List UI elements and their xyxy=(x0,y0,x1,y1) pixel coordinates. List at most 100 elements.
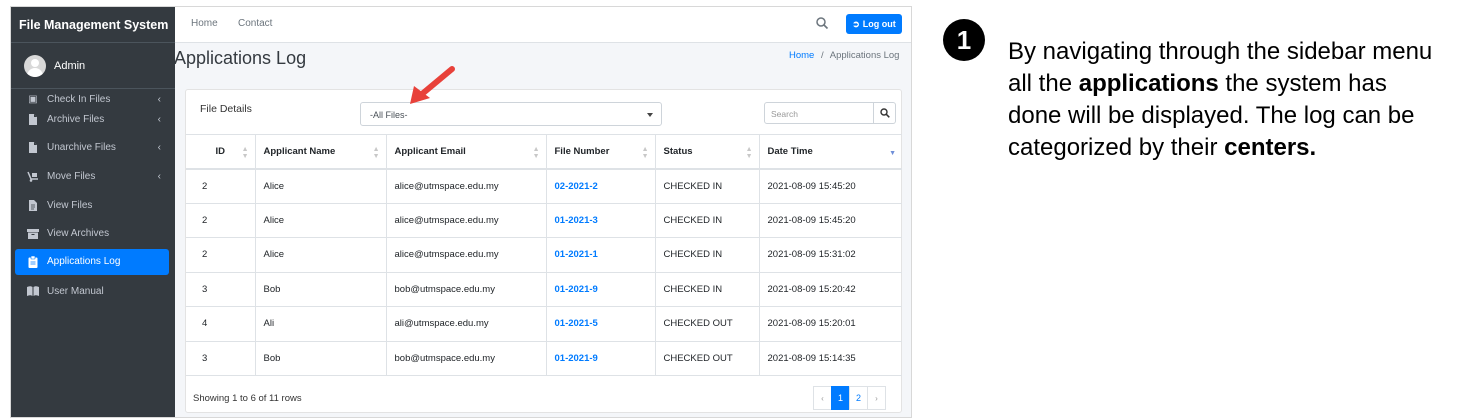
nav-home-link[interactable]: Home xyxy=(191,18,218,29)
red-arrow-icon xyxy=(410,66,455,104)
sidebar-item-label: User Manual xyxy=(47,285,104,297)
breadcrumb: Home / Applications Log xyxy=(789,50,899,61)
instruction-text: By navigating through the sidebar menu a… xyxy=(1008,38,1433,161)
sort-icon: ▲ ▼ xyxy=(241,146,249,160)
cell-file-number-link[interactable]: 01-2021-9 xyxy=(545,272,655,307)
cell-status: CHECKED IN xyxy=(654,203,759,238)
brand-title[interactable]: File Management System xyxy=(11,7,175,43)
table-row: 2 Alice alice@utmspace.edu.my 02-2021-2 … xyxy=(186,168,902,204)
column-header-applicant-email[interactable]: Applicant Email ▲ ▼ xyxy=(385,134,546,170)
sidebar-item-user-manual[interactable]: User Manual xyxy=(11,277,175,306)
sort-icon: ▲ ▼ xyxy=(532,146,540,160)
search-icon xyxy=(879,108,890,118)
cell-applicant-email: bob@utmspace.edu.my xyxy=(385,341,546,376)
user-panel[interactable]: Admin xyxy=(11,43,175,89)
sidebar-item-label: View Files xyxy=(47,199,93,211)
sidebar-item-label: Unarchive Files xyxy=(47,142,116,154)
cell-date-time: 2021-08-09 15:45:20 xyxy=(758,203,902,238)
logout-button[interactable]: ➲ Log out xyxy=(846,14,902,34)
pagination: ‹ 1 2 › xyxy=(813,386,886,410)
sidebar-menu: ▣ Check In Files ‹ Archive Files ‹ Unarc… xyxy=(11,91,175,306)
cell-file-number-link[interactable]: 01-2021-9 xyxy=(545,341,655,376)
nav-contact-link[interactable]: Contact xyxy=(238,18,272,29)
cell-applicant-email: bob@utmspace.edu.my xyxy=(385,272,546,307)
cell-status: CHECKED OUT xyxy=(654,306,759,342)
file-text-icon xyxy=(27,199,39,211)
cell-applicant-email: ali@utmspace.edu.my xyxy=(385,306,546,342)
breadcrumb-separator: / xyxy=(820,50,824,61)
column-header-status[interactable]: Status ▲ ▼ xyxy=(654,134,759,170)
sidebar-item-unarchive-files[interactable]: Unarchive Files ‹ xyxy=(11,134,175,163)
sidebar-item-applications-log[interactable]: Applications Log xyxy=(15,248,169,275)
cell-id: 2 xyxy=(186,203,255,238)
cell-file-number-link[interactable]: 01-2021-3 xyxy=(545,203,655,238)
pagination-page-1[interactable]: 1 xyxy=(831,386,850,410)
sort-icon: ▲ ▼ xyxy=(641,146,649,160)
cell-id: 4 xyxy=(186,306,255,342)
dolly-icon xyxy=(27,171,39,182)
cell-date-time: 2021-08-09 15:31:02 xyxy=(758,237,902,273)
cell-applicant-name: Alice xyxy=(254,168,386,204)
cell-applicant-email: alice@utmspace.edu.my xyxy=(385,237,546,273)
cell-date-time: 2021-08-09 15:20:42 xyxy=(758,272,902,307)
search-icon[interactable] xyxy=(815,16,829,30)
cell-id: 2 xyxy=(186,237,255,273)
archive-icon xyxy=(27,228,39,239)
sidebar-item-label: Check In Files xyxy=(47,94,111,105)
cell-applicant-email: alice@utmspace.edu.my xyxy=(385,203,546,238)
table-row: 3 Bob bob@utmspace.edu.my 01-2021-9 CHEC… xyxy=(186,341,902,376)
avatar xyxy=(24,54,46,77)
cell-status: CHECKED IN xyxy=(654,168,759,204)
logout-icon: ➲ xyxy=(852,18,860,29)
screenshot: File Management System Admin ▣ Check In … xyxy=(0,0,1480,418)
column-header-file-number[interactable]: File Number ▲ ▼ xyxy=(545,134,655,170)
table-row: 3 Bob bob@utmspace.edu.my 01-2021-9 CHEC… xyxy=(186,272,902,307)
cell-applicant-name: Alice xyxy=(254,203,386,238)
sidebar-item-view-archives[interactable]: View Archives xyxy=(11,219,175,248)
table-row: 2 Alice alice@utmspace.edu.my 01-2021-1 … xyxy=(186,237,902,273)
table-header-row: ID ▲ ▼ Applicant Name ▲ ▼ Applicant Email ▲ ▼ … xyxy=(186,134,902,170)
pagination-page-2[interactable]: 2 xyxy=(849,386,868,410)
sort-desc-icon: ▼ xyxy=(889,150,896,157)
table-search-button[interactable] xyxy=(874,102,896,124)
cell-date-time: 2021-08-09 15:20:01 xyxy=(758,306,902,342)
cell-id: 3 xyxy=(186,272,255,307)
cell-date-time: 2021-08-09 15:45:20 xyxy=(758,168,902,204)
sidebar: File Management System Admin ▣ Check In … xyxy=(11,7,175,417)
cell-file-number-link[interactable]: 01-2021-1 xyxy=(545,237,655,273)
chevron-left-icon: ‹ xyxy=(157,142,161,154)
cell-status: CHECKED IN xyxy=(654,237,759,273)
pagination-next[interactable]: › xyxy=(867,386,886,410)
applications-table: ID ▲ ▼ Applicant Name ▲ ▼ Applicant Email ▲ ▼ … xyxy=(186,134,902,376)
sidebar-item-label: Move Files xyxy=(47,170,96,182)
step-number-badge: 1 xyxy=(943,19,985,61)
cell-id: 3 xyxy=(186,341,255,376)
logout-label: Log out xyxy=(862,19,896,29)
sidebar-item-check-in-files[interactable]: ▣ Check In Files ‹ xyxy=(11,91,175,105)
sidebar-item-archive-files[interactable]: Archive Files ‹ xyxy=(11,105,175,134)
column-header-applicant-name[interactable]: Applicant Name ▲ ▼ xyxy=(254,134,386,170)
card-title: File Details xyxy=(200,103,252,115)
cell-applicant-email: alice@utmspace.edu.my xyxy=(385,168,546,204)
top-navbar: Home Contact ➲ Log out xyxy=(175,7,911,43)
cell-applicant-name: Ali xyxy=(254,306,386,342)
pagination-prev[interactable]: ‹ xyxy=(813,386,832,410)
pagination-info: Showing 1 to 6 of 11 rows xyxy=(193,393,302,404)
sidebar-item-view-files[interactable]: View Files xyxy=(11,191,175,220)
chevron-left-icon: ‹ xyxy=(157,94,161,105)
sort-icon: ▲ ▼ xyxy=(745,146,753,160)
column-header-id[interactable]: ID ▲ ▼ xyxy=(186,134,255,170)
table-search-input[interactable]: Search xyxy=(764,102,874,124)
checkin-icon: ▣ xyxy=(28,94,38,105)
caret-down-icon xyxy=(647,113,653,117)
page-title: Applications Log xyxy=(174,48,307,68)
cell-file-number-link[interactable]: 01-2021-5 xyxy=(545,306,655,342)
book-icon xyxy=(27,286,39,297)
column-header-date-time[interactable]: Date Time ▼ xyxy=(758,134,902,170)
table-row: 4 Ali ali@utmspace.edu.my 01-2021-5 CHEC… xyxy=(186,306,902,342)
file-icon xyxy=(27,142,39,154)
breadcrumb-home-link[interactable]: Home xyxy=(789,50,814,61)
sidebar-item-move-files[interactable]: Move Files ‹ xyxy=(11,162,175,191)
user-name: Admin xyxy=(54,59,86,72)
cell-file-number-link[interactable]: 02-2021-2 xyxy=(545,168,655,204)
